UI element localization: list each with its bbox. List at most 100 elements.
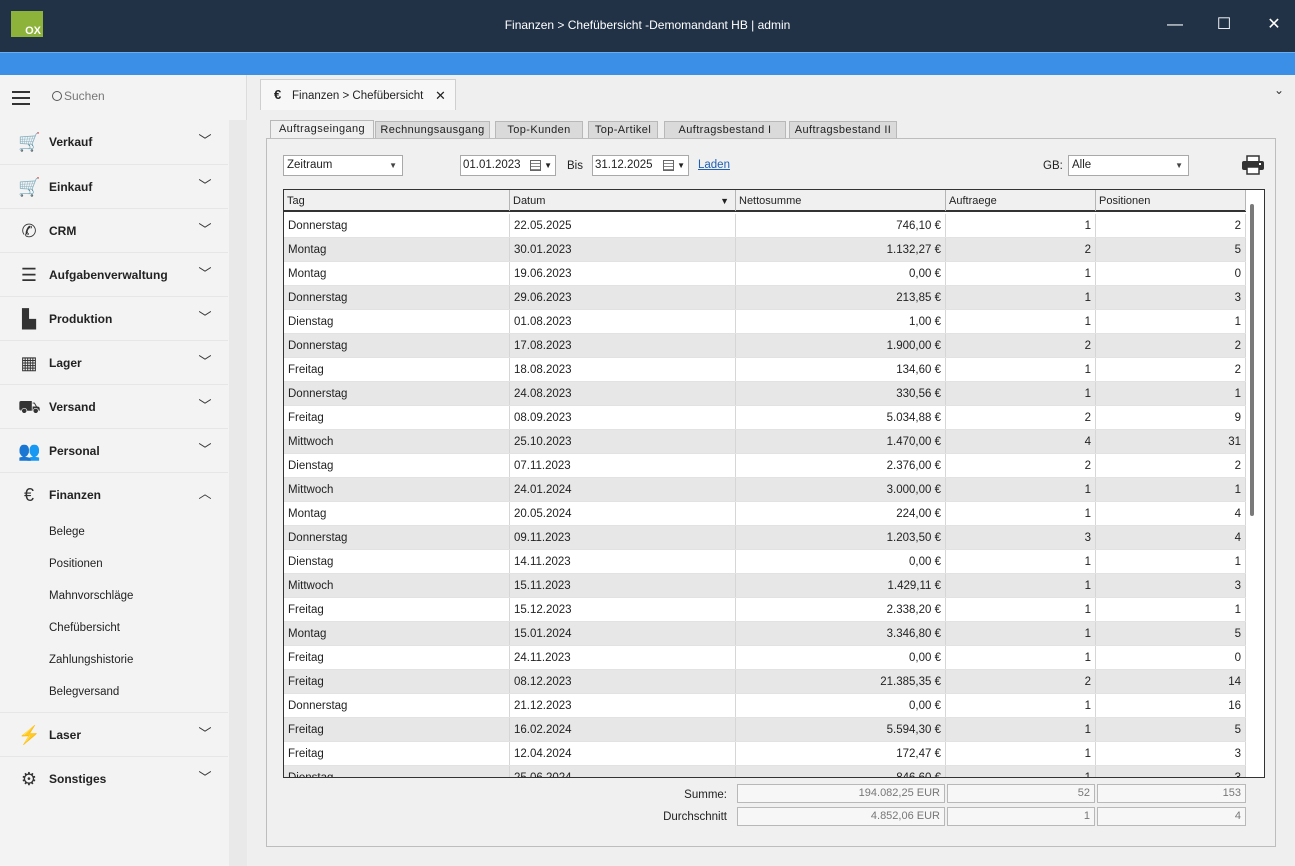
table-cell-positionen: 31	[1096, 430, 1246, 453]
sidebar-subitem[interactable]: Zahlungshistorie	[0, 644, 228, 676]
table-cell-tag: Donnerstag	[284, 334, 510, 357]
table-row[interactable]: Freitag 08.12.2023 21.385,35 €2 14	[284, 670, 1246, 694]
sidebar-item-lager[interactable]: ▦ Lager ﹀	[0, 340, 228, 384]
minimize-button[interactable]: —	[1163, 14, 1187, 38]
table-row[interactable]: Mittwoch 25.10.2023 1.470,00 €4 31	[284, 430, 1246, 454]
table-cell-datum: 24.01.2024	[510, 478, 736, 501]
sidebar-subitem[interactable]: Positionen	[0, 548, 228, 580]
gb-label: GB:	[1043, 160, 1063, 172]
table-row[interactable]: Freitag 15.12.2023 2.338,20 €1 1	[284, 598, 1246, 622]
to-label: Bis	[567, 160, 583, 172]
table-row[interactable]: Mittwoch 24.01.2024 3.000,00 €1 1	[284, 478, 1246, 502]
table-cell-datum: 18.08.2023	[510, 358, 736, 381]
table-row[interactable]: Montag 15.01.2024 3.346,80 €1 5	[284, 622, 1246, 646]
table-cell-nettosumme: 134,60 €	[736, 358, 946, 381]
column-header-nettosumme[interactable]: Nettosumme	[736, 190, 946, 211]
euro-icon: €	[274, 87, 282, 102]
tab-auftragsbestand-i[interactable]: Auftragsbestand I	[664, 121, 786, 139]
chevron-down-icon[interactable]: ⌄	[1274, 83, 1284, 97]
column-header-tag[interactable]: Tag	[284, 190, 510, 211]
sidebar-item-versand[interactable]: ⛟ Versand ﹀	[0, 384, 228, 428]
table-cell-auftraege: 2	[946, 238, 1096, 261]
table-row[interactable]: Freitag 18.08.2023 134,60 €1 2	[284, 358, 1246, 382]
sidebar-item-label: Lager	[49, 356, 82, 370]
table-cell-datum: 25.06.2024	[510, 766, 736, 777]
table-cell-positionen: 2	[1096, 334, 1246, 357]
table-row[interactable]: Donnerstag 29.06.2023 213,85 €1 3	[284, 286, 1246, 310]
sidebar-item-personal[interactable]: 👥 Personal ﹀	[0, 428, 228, 472]
tab-auftragseingang[interactable]: Auftragseingang	[270, 120, 374, 140]
table-cell-tag: Dienstag	[284, 766, 510, 777]
close-tab-icon[interactable]: ✕	[435, 88, 446, 104]
close-window-button[interactable]: ✕	[1262, 14, 1286, 38]
table-cell-datum: 17.08.2023	[510, 334, 736, 357]
table-cell-datum: 15.12.2023	[510, 598, 736, 621]
table-cell-auftraege: 1	[946, 286, 1096, 309]
tab-top-kunden[interactable]: Top-Kunden	[495, 121, 583, 139]
column-header-auftraege[interactable]: Auftraege	[946, 190, 1096, 211]
table-cell-datum: 01.08.2023	[510, 310, 736, 333]
table-cell-datum: 22.05.2025	[510, 214, 736, 237]
table-cell-positionen: 16	[1096, 694, 1246, 717]
table-cell-nettosumme: 2.376,00 €	[736, 454, 946, 477]
table-row[interactable]: Montag 20.05.2024 224,00 €1 4	[284, 502, 1246, 526]
from-date-picker[interactable]: 01.01.2023 ▼	[460, 155, 556, 176]
table-cell-nettosumme: 1.470,00 €	[736, 430, 946, 453]
tab-rechnungsausgang[interactable]: Rechnungsausgang	[375, 121, 490, 139]
people-icon: 👥	[18, 441, 41, 461]
sidebar-item-crm[interactable]: ✆ CRM ﹀	[0, 208, 228, 252]
table-row[interactable]: Dienstag 07.11.2023 2.376,00 €2 2	[284, 454, 1246, 478]
sidebar: Suchen 🛒 Verkauf ﹀ 🛒 Einkauf ﹀ ✆ CRM ﹀ ☰ Aufgabenv…	[0, 75, 247, 866]
sidebar-subitem-label: Zahlungshistorie	[49, 654, 134, 666]
window-title: Finanzen > Chefübersicht -Demomandant HB…	[504, 18, 791, 32]
column-header-datum[interactable]: Datum ▼	[510, 190, 736, 211]
to-date-picker[interactable]: 31.12.2025 ▼	[592, 155, 689, 176]
sidebar-item-einkauf[interactable]: 🛒 Einkauf ﹀	[0, 164, 228, 208]
table-row[interactable]: Donnerstag 24.08.2023 330,56 €1 1	[284, 382, 1246, 406]
sidebar-subitem[interactable]: Belege	[0, 516, 228, 548]
table-row[interactable]: Freitag 08.09.2023 5.034,88 €2 9	[284, 406, 1246, 430]
table-row[interactable]: Donnerstag 22.05.2025 746,10 €1 2	[284, 214, 1246, 238]
table-row[interactable]: Freitag 16.02.2024 5.594,30 €1 5	[284, 718, 1246, 742]
table-row[interactable]: Montag 30.01.2023 1.132,27 €2 5	[284, 238, 1246, 262]
tab-auftragsbestand-ii[interactable]: Auftragsbestand II	[789, 121, 897, 139]
table-row[interactable]: Freitag 12.04.2024 172,47 €1 3	[284, 742, 1246, 766]
table-cell-datum: 15.01.2024	[510, 622, 736, 645]
table-row[interactable]: Montag 19.06.2023 0,00 €1 0	[284, 262, 1246, 286]
sidebar-item-finanzen[interactable]: € Finanzen ︿	[0, 472, 228, 516]
sidebar-item-sonstiges[interactable]: ⚙ Sonstiges ﹀	[0, 756, 228, 800]
table-row[interactable]: Dienstag 14.11.2023 0,00 €1 1	[284, 550, 1246, 574]
sidebar-item-produktion[interactable]: ▙ Produktion ﹀	[0, 296, 228, 340]
sidebar-item-aufgabenverwaltung[interactable]: ☰ Aufgabenverwaltung ﹀	[0, 252, 228, 296]
table-scrollbar[interactable]	[1250, 204, 1254, 516]
sidebar-subitem[interactable]: Chefübersicht	[0, 612, 228, 644]
sidebar-search[interactable]: Suchen	[52, 89, 105, 103]
sidebar-subitem[interactable]: Belegversand	[0, 676, 228, 708]
hamburger-menu-icon[interactable]	[12, 91, 30, 105]
table-row[interactable]: Donnerstag 21.12.2023 0,00 €1 16	[284, 694, 1246, 718]
sidebar-item-laser[interactable]: ⚡ Laser ﹀	[0, 712, 228, 756]
document-tab[interactable]: € Finanzen > Chefübersicht ✕	[260, 79, 456, 110]
table-row[interactable]: Donnerstag 09.11.2023 1.203,50 €3 4	[284, 526, 1246, 550]
tab-top-artikel[interactable]: Top-Artikel	[588, 121, 658, 139]
table-row[interactable]: Mittwoch 15.11.2023 1.429,11 €1 3	[284, 574, 1246, 598]
sidebar-subitem[interactable]: Mahnvorschläge	[0, 580, 228, 612]
title-bar: OX Finanzen > Chefübersicht -Demomandant…	[0, 0, 1295, 52]
maximize-button[interactable]: ☐	[1212, 14, 1236, 38]
table-row[interactable]: Freitag 24.11.2023 0,00 €1 0	[284, 646, 1246, 670]
table-cell-nettosumme: 1,00 €	[736, 310, 946, 333]
table-cell-datum: 08.12.2023	[510, 670, 736, 693]
table-cell-positionen: 0	[1096, 646, 1246, 669]
column-header-positionen[interactable]: Positionen	[1096, 190, 1246, 211]
sidebar-scrollbar[interactable]	[229, 120, 247, 866]
table-row[interactable]: Donnerstag 17.08.2023 1.900,00 €2 2	[284, 334, 1246, 358]
printer-icon[interactable]	[1241, 155, 1265, 175]
table-row[interactable]: Dienstag 25.06.2024 846,60 €1 3	[284, 766, 1246, 777]
table-row[interactable]: Dienstag 01.08.2023 1,00 €1 1	[284, 310, 1246, 334]
gb-select[interactable]: Alle ▼	[1068, 155, 1189, 176]
sidebar-item-verkauf[interactable]: 🛒 Verkauf ﹀	[0, 120, 228, 164]
calendar-icon	[530, 160, 541, 171]
column-header-label: Tag	[287, 195, 305, 207]
period-select[interactable]: Zeitraum ▼	[283, 155, 403, 176]
load-link[interactable]: Laden	[698, 159, 730, 171]
